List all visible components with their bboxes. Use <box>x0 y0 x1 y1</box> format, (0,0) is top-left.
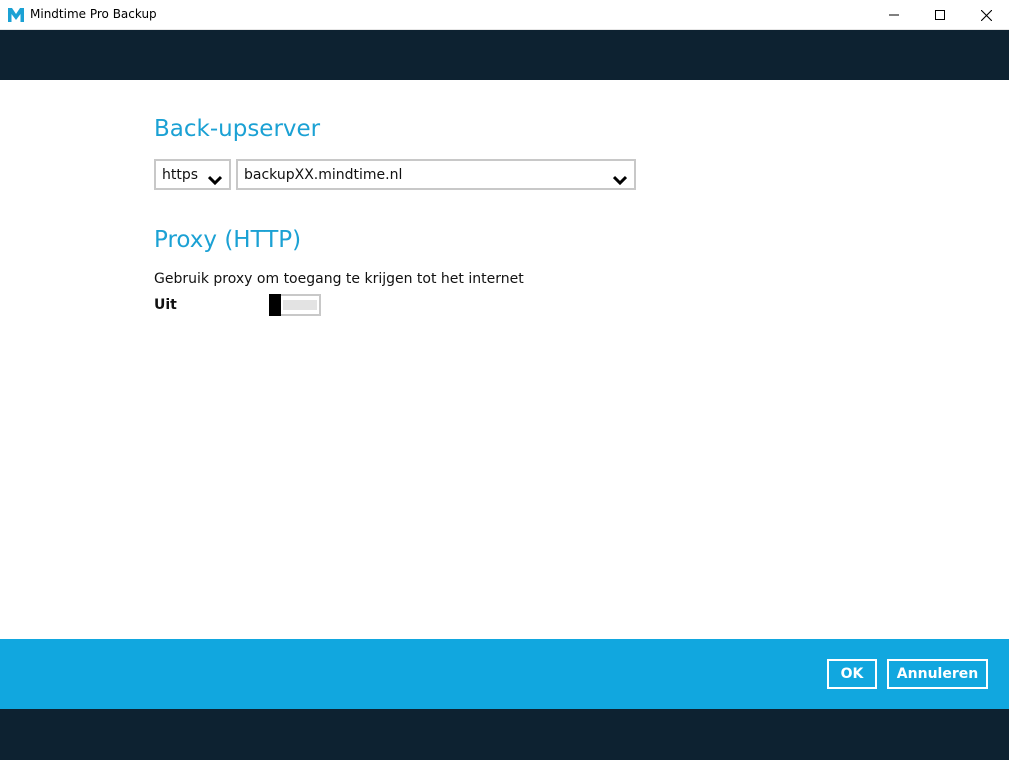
maximize-icon <box>935 10 945 20</box>
server-address-select[interactable]: backupXX.mindtime.nl <box>236 159 636 190</box>
proxy-title: Proxy (HTTP) <box>154 227 302 253</box>
toggle-knob <box>269 294 281 316</box>
header-band <box>0 30 1009 80</box>
close-button[interactable] <box>963 0 1009 30</box>
protocol-value: https <box>162 167 199 183</box>
server-address-value: backupXX.mindtime.nl <box>244 167 403 183</box>
chevron-down-icon <box>612 170 628 186</box>
cancel-button[interactable]: Annuleren <box>887 659 988 689</box>
maximize-button[interactable] <box>917 0 963 30</box>
mindtime-logo-icon <box>7 6 25 24</box>
window-title: Mindtime Pro Backup <box>30 7 157 21</box>
minimize-icon <box>889 10 899 20</box>
protocol-select[interactable]: https <box>154 159 231 190</box>
toggle-track <box>283 300 317 310</box>
minimize-button[interactable] <box>871 0 917 30</box>
proxy-description: Gebruik proxy om toegang te krijgen tot … <box>154 271 524 287</box>
close-icon <box>980 9 992 21</box>
proxy-state-label: Uit <box>154 297 177 313</box>
title-bar: Mindtime Pro Backup <box>0 0 1009 30</box>
proxy-toggle[interactable] <box>269 294 321 316</box>
footer-bar: OK Annuleren <box>0 639 1009 709</box>
backup-server-title: Back-upserver <box>154 116 321 142</box>
bottom-band <box>0 709 1009 760</box>
chevron-down-icon <box>207 170 223 186</box>
ok-button[interactable]: OK <box>827 659 877 689</box>
